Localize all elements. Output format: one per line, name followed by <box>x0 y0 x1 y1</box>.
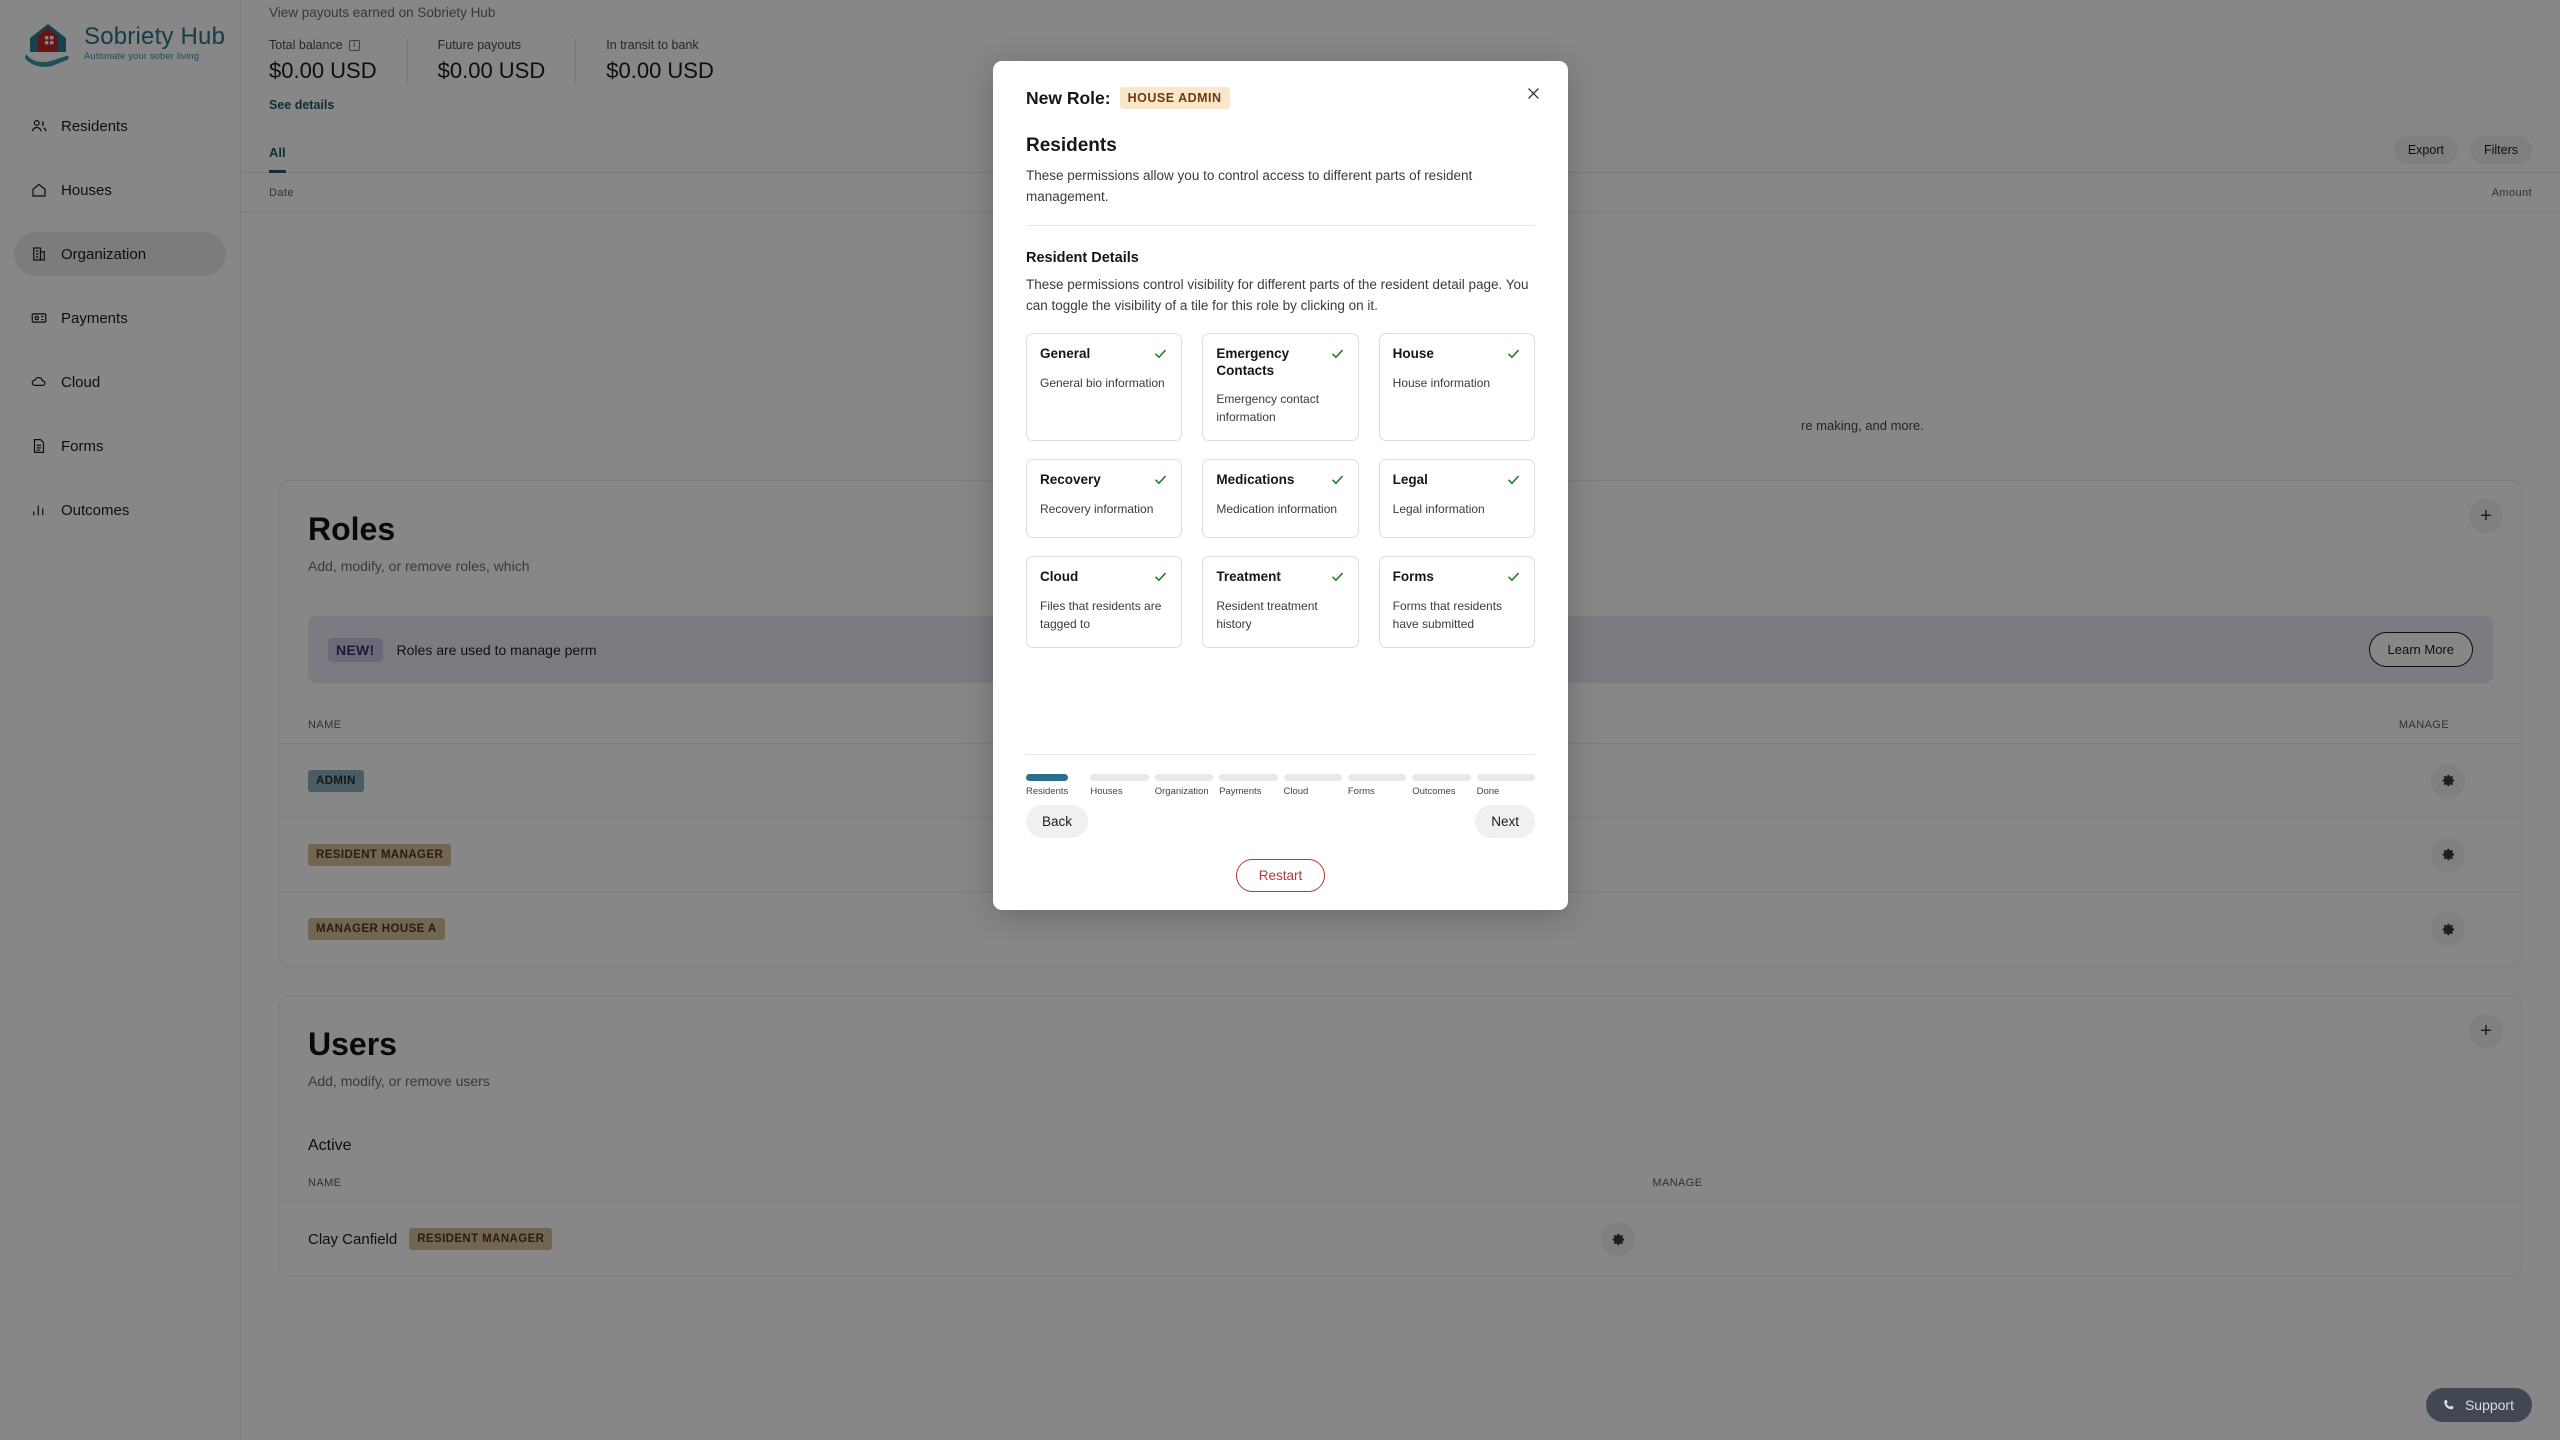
modal-nav-buttons: Back Next <box>1026 805 1535 838</box>
modal-footer: Residents Houses Organization Payments C… <box>1026 754 1535 910</box>
tile-description: General bio information <box>1040 375 1165 390</box>
phone-icon <box>2444 1399 2454 1409</box>
permission-tile-cloud[interactable]: Cloud Files that residents are tagged to <box>1026 556 1183 649</box>
modal-header: New Role: HOUSE ADMIN <box>1026 87 1535 109</box>
support-label: Support <box>2464 1397 2514 1413</box>
step-outcomes[interactable]: Outcomes <box>1412 774 1471 797</box>
tile-description: Legal information <box>1392 502 1485 517</box>
check-icon <box>1153 472 1168 487</box>
step-residents[interactable]: Residents <box>1026 774 1084 797</box>
tile-description: House information <box>1392 375 1491 390</box>
support-button[interactable]: Support <box>2425 1388 2532 1422</box>
check-icon <box>1506 472 1521 487</box>
tile-title: Legal <box>1392 472 1428 488</box>
tile-title: Forms <box>1392 569 1434 585</box>
restart-button[interactable]: Restart <box>1235 859 1326 892</box>
modal-role-label: New Role: <box>1026 87 1111 108</box>
tile-title: Emergency Contacts <box>1216 345 1290 378</box>
tile-title: Treatment <box>1216 569 1281 585</box>
tile-description: Resident treatment history <box>1216 599 1318 632</box>
step-bar <box>1026 774 1069 781</box>
step-label: Done <box>1476 786 1500 797</box>
step-forms[interactable]: Forms <box>1347 774 1407 797</box>
permission-tile-medications[interactable]: Medications Medication information <box>1202 459 1359 539</box>
step-bar <box>1412 774 1471 781</box>
step-bar <box>1283 774 1342 781</box>
permission-tile-forms[interactable]: Forms Forms that residents have submitte… <box>1378 556 1535 649</box>
check-icon <box>1330 472 1345 487</box>
tile-title: House <box>1392 345 1434 361</box>
tile-description: Forms that residents have submitted <box>1392 599 1503 632</box>
tile-description: Files that residents are tagged to <box>1040 599 1162 632</box>
modal-role-badge: HOUSE ADMIN <box>1119 87 1230 109</box>
step-cloud[interactable]: Cloud <box>1283 774 1342 797</box>
step-label: Payments <box>1219 786 1262 797</box>
wizard-stepper: Residents Houses Organization Payments C… <box>1026 774 1535 797</box>
check-icon <box>1506 346 1521 361</box>
step-houses[interactable]: Houses <box>1090 774 1149 797</box>
tile-description: Medication information <box>1216 502 1338 517</box>
next-button[interactable]: Next <box>1475 805 1535 838</box>
divider <box>1026 224 1535 226</box>
tile-description: Recovery information <box>1040 502 1154 517</box>
step-done[interactable]: Done <box>1476 774 1535 797</box>
check-icon <box>1506 569 1521 584</box>
modal-section-title: Residents <box>1026 135 1117 156</box>
step-bar <box>1154 774 1214 781</box>
permission-tile-treatment[interactable]: Treatment Resident treatment history <box>1202 556 1359 649</box>
tile-title: Cloud <box>1040 569 1079 585</box>
step-label: Houses <box>1090 786 1123 797</box>
step-bar <box>1219 774 1278 781</box>
check-icon <box>1153 569 1168 584</box>
step-bar <box>1476 774 1535 781</box>
modal-section-desc: These permissions allow you to control a… <box>1026 168 1473 204</box>
step-label: Cloud <box>1283 786 1309 797</box>
step-payments[interactable]: Payments <box>1219 774 1278 797</box>
check-icon <box>1153 346 1168 361</box>
modal-subsection-desc: These permissions control visibility for… <box>1026 276 1529 313</box>
new-role-modal: New Role: HOUSE ADMIN Residents These pe… <box>993 61 1568 910</box>
step-bar <box>1090 774 1149 781</box>
step-label: Forms <box>1347 786 1375 797</box>
permission-tile-grid: General General bio information Emergenc… <box>1026 332 1535 649</box>
permission-tile-house[interactable]: House House information <box>1378 332 1535 442</box>
step-label: Organization <box>1154 786 1209 797</box>
divider <box>1026 754 1535 755</box>
tile-title: General <box>1040 345 1091 361</box>
modal-subsection-title: Resident Details <box>1026 249 1139 266</box>
back-button[interactable]: Back <box>1026 805 1089 838</box>
step-label: Residents <box>1026 786 1069 797</box>
tile-title: Recovery <box>1040 472 1101 488</box>
tile-description: Emergency contact information <box>1216 392 1320 425</box>
step-label: Outcomes <box>1412 786 1456 797</box>
permission-tile-recovery[interactable]: Recovery Recovery information <box>1026 459 1183 539</box>
permission-tile-general[interactable]: General General bio information <box>1026 332 1183 442</box>
step-bar <box>1347 774 1407 781</box>
check-icon <box>1330 346 1345 361</box>
step-organization[interactable]: Organization <box>1154 774 1214 797</box>
screen: Sobriety Hub Automate your sober living … <box>0 0 2560 1440</box>
permission-tile-legal[interactable]: Legal Legal information <box>1378 459 1535 539</box>
tile-title: Medications <box>1216 472 1295 488</box>
permission-tile-emergency-contacts[interactable]: Emergency Contacts Emergency contact inf… <box>1202 332 1359 442</box>
close-icon[interactable] <box>1520 80 1546 106</box>
check-icon <box>1330 569 1345 584</box>
